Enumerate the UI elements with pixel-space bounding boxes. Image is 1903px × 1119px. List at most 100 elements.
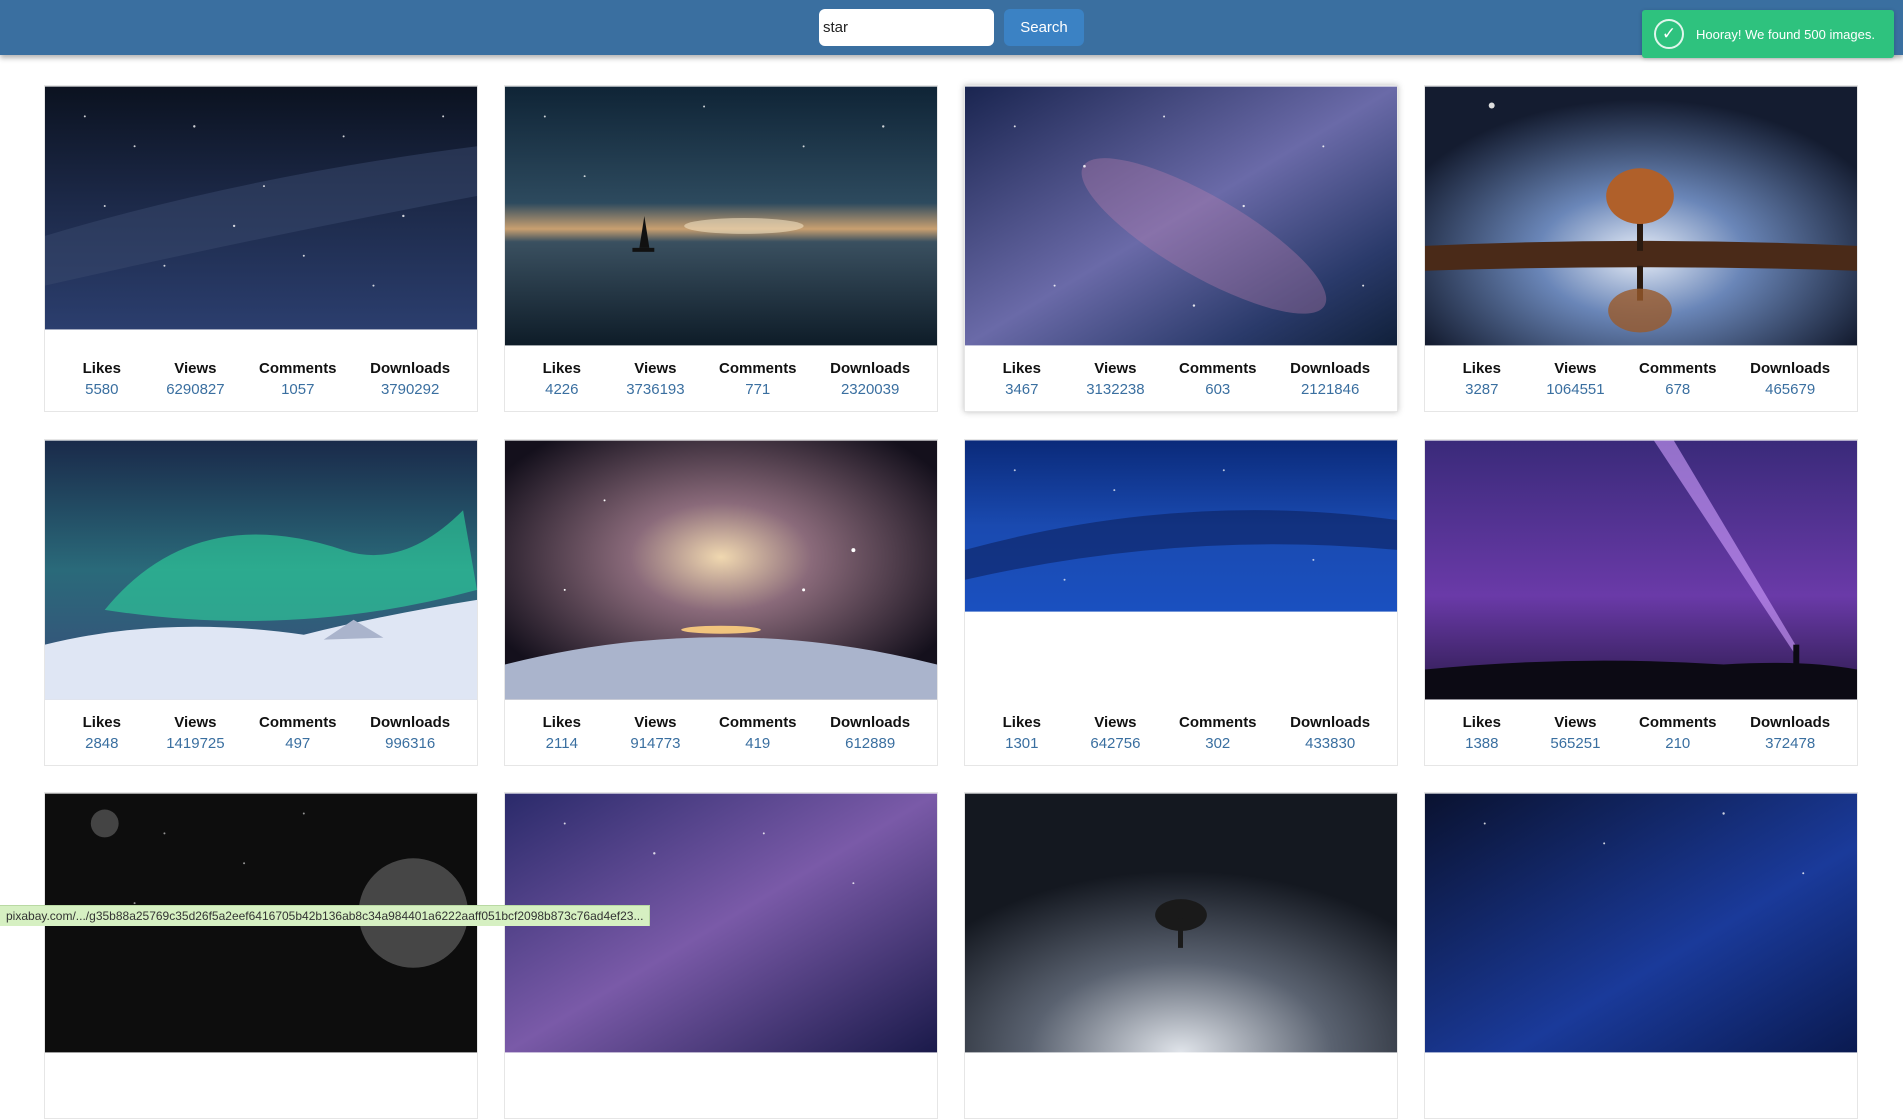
downloads-value: 465679 [1750,379,1830,401]
downloads-label: Downloads [1750,713,1830,733]
downloads-stat: Downloads372478 [1750,713,1830,755]
downloads-stat: Downloads996316 [370,713,450,755]
downloads-stat: Downloads2121846 [1290,359,1370,401]
check-circle-icon: ✓ [1654,19,1684,49]
comments-value: 302 [1179,733,1257,755]
image-card[interactable]: Likes1301 Views642756 Comments302 Downlo… [964,439,1398,766]
image-card[interactable] [44,792,478,1119]
downloads-value: 3790292 [370,379,450,401]
views-label: Views [165,713,225,733]
likes-value: 3467 [992,379,1052,401]
comments-stat: Comments1057 [259,359,337,401]
comments-label: Comments [1179,359,1257,379]
comments-label: Comments [259,713,337,733]
likes-label: Likes [532,359,592,379]
card-stats: Likes5580 Views6290827 Comments1057 Down… [45,359,477,401]
comments-label: Comments [1639,713,1717,733]
image-card[interactable] [1424,792,1858,1119]
image-card[interactable]: Likes5580 Views6290827 Comments1057 Down… [44,85,478,412]
views-stat: Views3132238 [1085,359,1145,401]
image-card[interactable]: Likes3287 Views1064551 Comments678 Downl… [1424,85,1858,412]
views-stat: Views642756 [1085,713,1145,755]
comments-label: Comments [1179,713,1257,733]
image-thumbnail[interactable] [965,793,1397,1053]
image-card[interactable]: Likes2848 Views1419725 Comments497 Downl… [44,439,478,766]
downloads-value: 996316 [370,733,450,755]
comments-label: Comments [719,359,797,379]
views-label: Views [1085,713,1145,733]
likes-stat: Likes1301 [992,713,1052,755]
views-value: 642756 [1085,733,1145,755]
card-stats: Likes1388 Views565251 Comments210 Downlo… [1425,713,1857,755]
image-card[interactable] [964,792,1398,1119]
card-stats: Likes3287 Views1064551 Comments678 Downl… [1425,359,1857,401]
downloads-label: Downloads [370,713,450,733]
likes-value: 2848 [72,733,132,755]
image-thumbnail[interactable] [1425,793,1857,1053]
likes-stat: Likes3287 [1452,359,1512,401]
image-card[interactable]: Likes2114 Views914773 Comments419 Downlo… [504,439,938,766]
likes-label: Likes [1452,713,1512,733]
comments-stat: Comments419 [719,713,797,755]
comments-value: 1057 [259,379,337,401]
card-stats: Likes4226 Views3736193 Comments771 Downl… [505,359,937,401]
image-thumbnail[interactable] [965,440,1397,612]
downloads-value: 2121846 [1290,379,1370,401]
likes-value: 1301 [992,733,1052,755]
views-value: 565251 [1545,733,1605,755]
downloads-stat: Downloads3790292 [370,359,450,401]
views-label: Views [625,713,685,733]
likes-label: Likes [992,359,1052,379]
downloads-label: Downloads [1750,359,1830,379]
search-input[interactable] [819,9,994,46]
likes-stat: Likes2848 [72,713,132,755]
comments-value: 210 [1639,733,1717,755]
image-thumbnail[interactable] [505,86,937,346]
views-value: 1064551 [1545,379,1605,401]
comments-stat: Comments210 [1639,713,1717,755]
image-thumbnail[interactable] [505,440,937,700]
downloads-stat: Downloads465679 [1750,359,1830,401]
image-thumbnail[interactable] [1425,440,1857,700]
link-status-bar: pixabay.com/.../g35b88a25769c35d26f5a2ee… [0,905,650,926]
views-value: 3736193 [625,379,685,401]
views-value: 3132238 [1085,379,1145,401]
card-stats: Likes2848 Views1419725 Comments497 Downl… [45,713,477,755]
image-card[interactable]: Likes1388 Views565251 Comments210 Downlo… [1424,439,1858,766]
card-stats: Likes2114 Views914773 Comments419 Downlo… [505,713,937,755]
downloads-label: Downloads [370,359,450,379]
downloads-stat: Downloads2320039 [830,359,910,401]
comments-label: Comments [1639,359,1717,379]
likes-value: 4226 [532,379,592,401]
views-label: Views [625,359,685,379]
likes-label: Likes [72,713,132,733]
downloads-value: 2320039 [830,379,910,401]
likes-stat: Likes3467 [992,359,1052,401]
likes-label: Likes [992,713,1052,733]
views-stat: Views565251 [1545,713,1605,755]
image-thumbnail[interactable] [45,86,477,330]
views-stat: Views1419725 [165,713,225,755]
comments-label: Comments [259,359,337,379]
likes-stat: Likes4226 [532,359,592,401]
image-thumbnail[interactable] [1425,86,1857,346]
image-card[interactable] [504,792,938,1119]
image-thumbnail[interactable] [965,86,1397,346]
views-stat: Views1064551 [1545,359,1605,401]
downloads-value: 372478 [1750,733,1830,755]
search-button[interactable]: Search [1004,9,1084,46]
image-card[interactable]: Likes3467 Views3132238 Comments603 Downl… [964,85,1398,412]
likes-label: Likes [72,359,132,379]
success-toast[interactable]: ✓ Hooray! We found 500 images. [1642,10,1894,58]
image-thumbnail[interactable] [45,440,477,700]
likes-stat: Likes1388 [1452,713,1512,755]
card-stats: Likes1301 Views642756 Comments302 Downlo… [965,713,1397,755]
likes-stat: Likes5580 [72,359,132,401]
likes-value: 5580 [72,379,132,401]
image-card[interactable]: Likes4226 Views3736193 Comments771 Downl… [504,85,938,412]
downloads-value: 612889 [830,733,910,755]
downloads-label: Downloads [830,359,910,379]
downloads-stat: Downloads433830 [1290,713,1370,755]
comments-value: 603 [1179,379,1257,401]
likes-value: 1388 [1452,733,1512,755]
